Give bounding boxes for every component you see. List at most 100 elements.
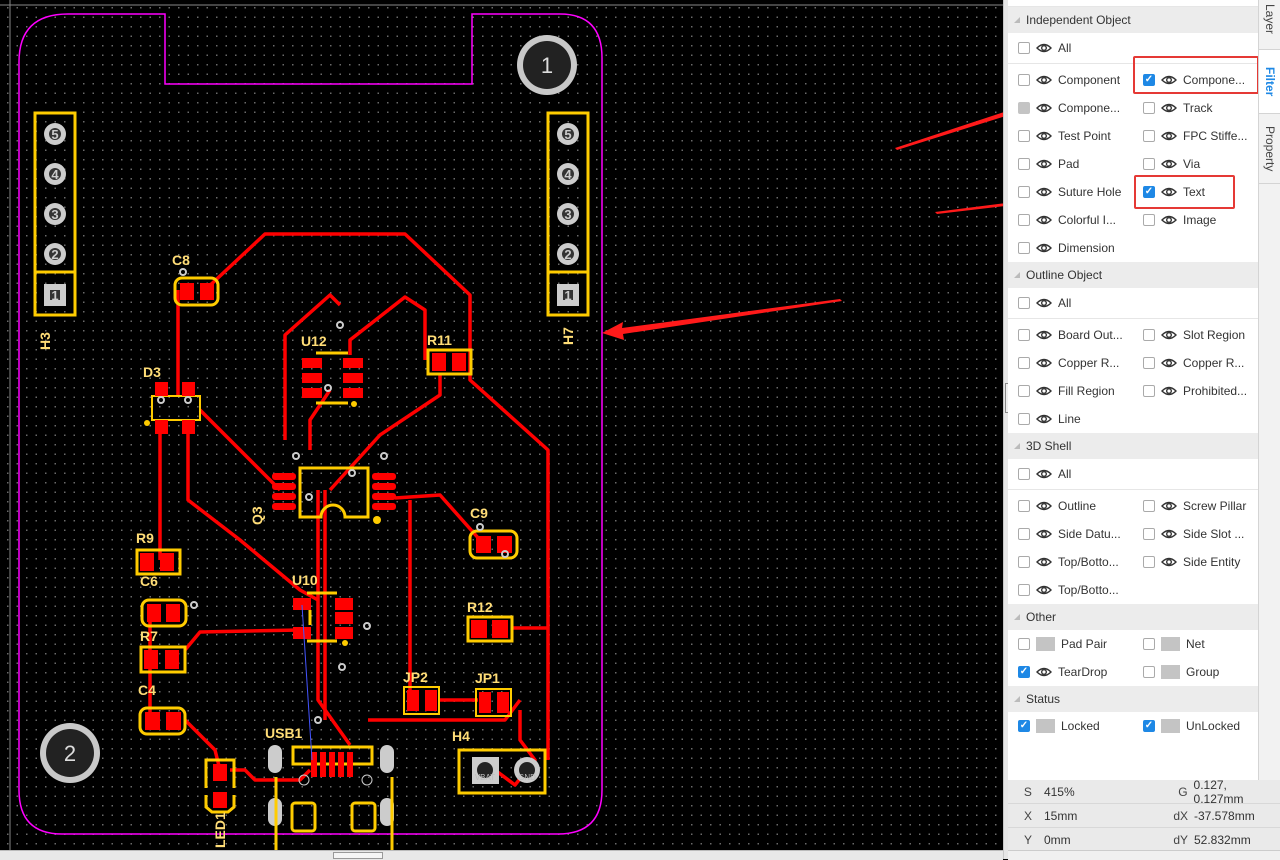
eye-icon[interactable] [1036,500,1052,512]
eye-icon[interactable] [1036,666,1052,678]
component-jp2[interactable] [403,686,440,715]
eye-icon[interactable] [1161,158,1177,170]
eye-icon[interactable] [1161,74,1177,86]
checkbox[interactable] [1143,385,1155,397]
eye-icon[interactable] [1036,74,1052,86]
filter-item[interactable]: Top/Botto... [1008,555,1133,569]
eye-icon[interactable] [1036,242,1052,254]
designator-r9[interactable]: R9 [136,530,154,546]
filter-item[interactable]: ✓ UnLocked [1133,719,1258,733]
section-header-3d-shell[interactable]: 3D Shell [1008,433,1258,459]
eye-icon[interactable] [1036,186,1052,198]
checkbox[interactable] [1018,214,1030,226]
filter-item[interactable]: Side Slot ... [1133,527,1258,541]
designator-jp1[interactable]: JP1 [475,670,500,686]
checkbox[interactable]: ✓ [1018,720,1030,732]
checkbox[interactable] [1018,186,1030,198]
eye-icon[interactable] [1036,357,1052,369]
eye-icon[interactable] [1161,556,1177,568]
designator-c8[interactable]: C8 [172,252,190,268]
filter-item[interactable]: Group [1133,665,1258,679]
eye-icon[interactable] [1036,413,1052,425]
component-led1[interactable] [204,758,236,814]
eye-icon[interactable] [1036,297,1052,309]
checkbox[interactable]: ✓ [1143,186,1155,198]
eye-icon[interactable] [1161,130,1177,142]
color-swatch[interactable] [1036,719,1055,733]
checkbox[interactable] [1143,666,1155,678]
component-r11[interactable] [426,348,473,376]
filter-item[interactable]: Suture Hole [1008,185,1133,199]
filter-item[interactable]: Side Entity [1133,555,1258,569]
designator-c4[interactable]: C4 [138,682,156,698]
checkbox[interactable] [1018,329,1030,341]
checkbox[interactable] [1143,329,1155,341]
filter-item[interactable]: Side Datu... [1008,527,1133,541]
color-swatch[interactable] [1161,719,1180,733]
filter-item[interactable]: Pad Pair [1008,637,1133,651]
filter-item[interactable]: Prohibited... [1133,384,1258,398]
eye-icon[interactable] [1161,385,1177,397]
filter-item[interactable]: All [1008,41,1133,55]
eye-icon[interactable] [1161,329,1177,341]
checkbox[interactable] [1018,500,1030,512]
designator-usb1[interactable]: USB1 [265,725,303,741]
designator-c9[interactable]: C9 [470,505,488,521]
pcb-canvas[interactable]: C8 H3 H7 U12 R11 D3 Q3 C9 R9 C6 U10 R7 R12 C4 JP2 JP1 US… [0,0,1003,850]
filter-item[interactable]: Screw Pillar [1133,499,1258,513]
filter-item[interactable]: Slot Region [1133,328,1258,342]
filter-item[interactable]: ✓ Text [1133,185,1258,199]
filter-item[interactable]: Test Point [1008,129,1133,143]
checkbox[interactable] [1018,74,1030,86]
section-header-status[interactable]: Status [1008,686,1258,712]
filter-item[interactable]: Copper R... [1133,356,1258,370]
designator-r11[interactable]: R11 [427,332,452,348]
eye-icon[interactable] [1036,468,1052,480]
checkbox[interactable] [1018,102,1030,114]
checkbox[interactable] [1018,528,1030,540]
checkbox[interactable]: ✓ [1143,720,1155,732]
checkbox[interactable] [1018,556,1030,568]
eye-icon[interactable] [1036,385,1052,397]
filter-item[interactable]: Net [1133,637,1258,651]
eye-icon[interactable] [1161,528,1177,540]
filter-item[interactable]: Dimension [1008,241,1133,255]
checkbox[interactable] [1143,556,1155,568]
designator-r7[interactable]: R7 [140,628,158,644]
filter-item[interactable]: FPC Stiffe... [1133,129,1258,143]
component-c4[interactable] [138,706,187,736]
checkbox[interactable]: ✓ [1143,74,1155,86]
pcb-drawing[interactable]: C8 H3 H7 U12 R11 D3 Q3 C9 R9 C6 U10 R7 R12 C4 JP2 JP1 US… [0,0,1003,850]
filter-item[interactable]: ✓ Compone... [1133,73,1258,87]
checkbox[interactable] [1143,500,1155,512]
checkbox[interactable] [1143,357,1155,369]
eye-icon[interactable] [1036,102,1052,114]
designator-u10[interactable]: U10 [292,572,318,588]
checkbox[interactable] [1018,297,1030,309]
filter-item[interactable]: All [1008,296,1133,310]
checkbox[interactable] [1018,468,1030,480]
checkbox[interactable] [1018,242,1030,254]
checkbox[interactable] [1018,638,1030,650]
collapse-triangle-icon[interactable] [1014,272,1020,278]
checkbox[interactable] [1143,528,1155,540]
component-u10[interactable] [293,591,353,646]
filter-item[interactable]: Compone... [1008,101,1133,115]
color-swatch[interactable] [1161,637,1180,651]
filter-item[interactable]: Top/Botto... [1008,583,1133,597]
eye-icon[interactable] [1036,214,1052,226]
collapse-triangle-icon[interactable] [1014,696,1020,702]
filter-item[interactable]: Image [1133,213,1258,227]
checkbox[interactable] [1018,158,1030,170]
component-q3[interactable] [272,466,396,524]
filter-item[interactable]: Colorful I... [1008,213,1133,227]
designator-led1[interactable]: LED1 [212,812,228,848]
designator-u12[interactable]: U12 [301,333,327,349]
filter-item[interactable]: Board Out... [1008,328,1133,342]
scrollbar-thumb[interactable] [333,852,383,859]
checkbox[interactable] [1018,584,1030,596]
filter-item[interactable]: ✓ Locked [1008,719,1133,733]
collapse-triangle-icon[interactable] [1014,443,1020,449]
section-header-independent-object[interactable]: Independent Object [1008,7,1258,33]
filter-item[interactable]: Track [1133,101,1258,115]
